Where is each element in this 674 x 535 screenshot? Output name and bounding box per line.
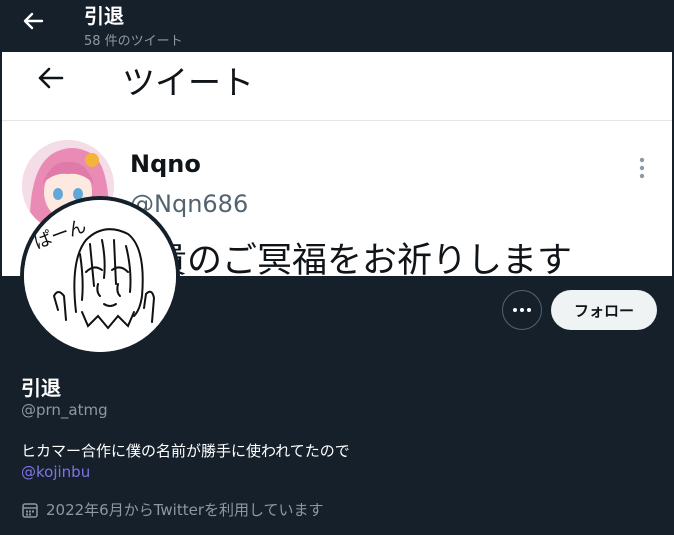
tweet-count: 58 件のツイート (84, 34, 183, 49)
profile-name: 引退 (21, 376, 61, 400)
profile-avatar[interactable]: ぱーん (20, 196, 180, 356)
more-icon (513, 308, 531, 312)
banner-more-icon (638, 156, 646, 180)
top-bar: 引退 58 件のツイート (0, 0, 674, 52)
banner-back-arrow-icon (32, 60, 68, 96)
avatar-drawing: ぱーん (24, 200, 176, 352)
joined-text: 2022年6月からTwitterを利用しています (46, 501, 324, 519)
bio-mention-link[interactable]: @kojinbu (21, 463, 90, 481)
back-arrow-icon[interactable] (18, 6, 48, 36)
calendar-icon (22, 502, 38, 518)
banner-tweet-text: 貴のご冥福をお祈りします (152, 241, 573, 276)
follow-button[interactable]: フォロー (551, 290, 657, 330)
joined-date: 2022年6月からTwitterを利用しています (21, 499, 324, 520)
profile-title: 引退 (84, 4, 124, 28)
banner-tweet-name: Nqno (130, 150, 201, 178)
profile-handle: @prn_atmg (21, 401, 108, 419)
banner-divider (2, 120, 672, 121)
more-options-button[interactable] (502, 290, 542, 330)
profile-bio: ヒカマー合作に僕の名前が勝手に使われてたので (21, 442, 350, 460)
banner-heading: ツイート (122, 63, 254, 102)
